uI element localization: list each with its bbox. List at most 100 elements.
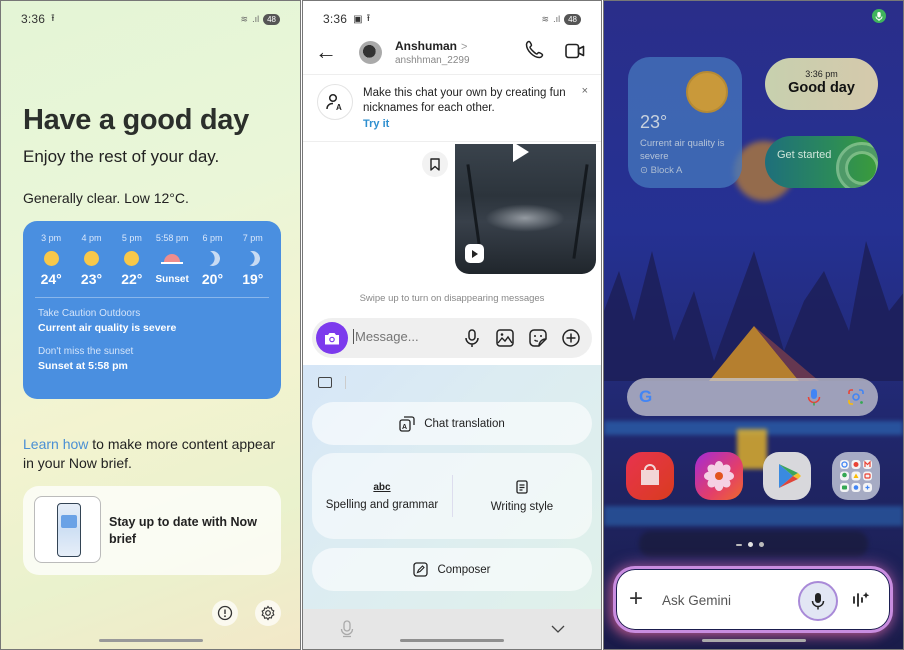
mic-in-use-indicator: [872, 9, 886, 23]
info-button[interactable]: [212, 600, 238, 626]
ask-gemini-input[interactable]: Ask Gemini: [662, 593, 731, 608]
caution-value: Current air quality is severe: [38, 322, 177, 334]
microphone-icon[interactable]: [462, 328, 482, 348]
keyboard-bottom-bar: [303, 609, 601, 649]
spelling-grammar-label: Spelling and grammar: [325, 498, 439, 511]
home-screen: 23° Current air quality is severe ⊙ Bloc…: [603, 0, 904, 650]
camera-button[interactable]: [316, 322, 348, 354]
wifi-icon: ≋: [240, 13, 249, 24]
voice-search-icon[interactable]: [807, 388, 821, 406]
location-pin-icon: ⊙: [640, 165, 651, 176]
close-banner-button[interactable]: ×: [582, 85, 588, 97]
page-indicator[interactable]: [736, 542, 764, 547]
battery-indicator: 48: [564, 13, 581, 25]
gemini-live-icon[interactable]: [851, 590, 871, 610]
app-gallery[interactable]: [695, 452, 743, 500]
chat-header: ← Anshuman > anshhman_2299: [303, 31, 601, 75]
health-widget[interactable]: Get started: [765, 136, 878, 188]
back-button[interactable]: ←: [315, 39, 337, 65]
composer-button[interactable]: Composer: [312, 548, 592, 591]
google-logo: G: [639, 387, 653, 406]
gallery-notification-icon: ▣: [353, 13, 363, 25]
contact-name: Anshuman: [395, 39, 458, 53]
gemini-voice-button[interactable]: [798, 581, 838, 621]
save-reel-button[interactable]: [422, 151, 448, 177]
contact-avatar[interactable]: [359, 41, 382, 64]
gear-icon: [261, 605, 275, 621]
battery-indicator: 48: [263, 13, 280, 25]
gemini-prompt-bar[interactable]: + Ask Gemini: [615, 568, 891, 631]
nickname-banner: A Make this chat your own by creating fu…: [303, 76, 601, 142]
caution-label: Take Caution Outdoors: [38, 308, 141, 319]
chevron-down-icon[interactable]: [551, 625, 565, 634]
app-google-folder[interactable]: [832, 452, 880, 500]
translate-icon: A: [399, 415, 415, 432]
settings-button[interactable]: [255, 600, 281, 626]
add-icon[interactable]: [561, 328, 581, 348]
writing-style-icon: [516, 480, 528, 494]
forecast-hour: 3 pm 24°: [31, 233, 71, 289]
sun-icon: [83, 250, 99, 266]
forecast-hour: 7 pm 19°: [233, 233, 273, 289]
shopping-bag-icon: [641, 464, 659, 485]
phone-call-icon[interactable]: [525, 39, 545, 59]
weather-card[interactable]: 3 pm 24° 4 pm 23° 5 pm 22° 5:58 pm Sunset 6 pm 20…: [23, 221, 281, 399]
home-indicator[interactable]: [701, 639, 806, 642]
status-bar: 3:36 ⭱ ≋ .ıl 48: [21, 11, 280, 27]
widget-air-quality: Current air quality is severe: [640, 138, 725, 162]
shared-reel-message[interactable]: [455, 144, 596, 274]
play-icon: [513, 144, 529, 162]
nickname-icon: A: [317, 84, 353, 120]
status-time: 3:36: [21, 12, 46, 26]
page-title: Have a good day: [23, 104, 249, 136]
video-call-icon[interactable]: [565, 43, 585, 59]
status-time: 3:36: [323, 12, 348, 26]
composer-label: Composer: [437, 563, 491, 576]
now-brief-promo-card[interactable]: Stay up to date with Now brief: [23, 486, 281, 575]
clock-widget[interactable]: 3:36 pm Good day: [765, 58, 878, 110]
image-icon[interactable]: [495, 328, 515, 348]
keyboard-icon[interactable]: [318, 377, 332, 388]
forecast-time: 5:58 pm: [155, 233, 189, 243]
promo-title: Stay up to date with Now brief: [109, 515, 257, 546]
divider: [345, 376, 346, 389]
contact-name-button[interactable]: Anshuman >: [395, 39, 467, 53]
flower-icon: [704, 461, 734, 491]
widget-temperature: 23°: [640, 112, 668, 132]
heart-rings-icon: [836, 142, 878, 188]
forecast-hour: 5:58 pm Sunset: [152, 233, 192, 289]
google-lens-icon[interactable]: [847, 388, 865, 406]
weather-widget[interactable]: 23° Current air quality is severe ⊙ Bloc…: [628, 57, 742, 188]
upload-icon: ⭱: [366, 12, 371, 24]
forecast-hour: 5 pm 22°: [112, 233, 152, 289]
add-attachment-button[interactable]: +: [629, 585, 643, 613]
page-subtitle: Enjoy the rest of your day.: [23, 147, 220, 166]
forecast-temp: 19°: [242, 271, 264, 287]
phone-illustration: [57, 503, 81, 557]
app-galaxy-store[interactable]: [626, 452, 674, 500]
chat-translation-label: Chat translation: [424, 417, 505, 430]
chat-translation-button[interactable]: A Chat translation: [312, 402, 592, 445]
chevron-right-icon: >: [461, 41, 468, 53]
sunset-value: Sunset at 5:58 pm: [38, 360, 128, 372]
voice-input-icon[interactable]: [340, 620, 354, 638]
spelling-grammar-button[interactable]: abc Spelling and grammar: [312, 453, 452, 539]
home-indicator[interactable]: [98, 639, 203, 642]
message-input[interactable]: [353, 329, 453, 344]
writing-assist-group: abc Spelling and grammar Writing style: [312, 453, 592, 539]
try-it-link[interactable]: Try it: [363, 118, 389, 130]
promo-thumbnail: [34, 496, 101, 563]
writing-style-button[interactable]: Writing style: [452, 453, 592, 539]
wallpaper-trees: [604, 241, 903, 381]
learn-how-link[interactable]: Learn how: [23, 436, 88, 452]
message-composer: [312, 318, 592, 358]
writing-style-label: Writing style: [490, 501, 554, 513]
now-brief-screen: 3:36 ⭱ ≋ .ıl 48 Have a good day Enjoy th…: [0, 0, 301, 650]
sticker-icon[interactable]: [528, 328, 548, 348]
hourly-forecast: 3 pm 24° 4 pm 23° 5 pm 22° 5:58 pm Sunset 6 pm 20…: [23, 221, 281, 289]
pencil-icon: [413, 562, 429, 577]
home-indicator[interactable]: [400, 639, 504, 642]
disappearing-messages-hint: Swipe up to turn on disappearing message…: [359, 293, 545, 304]
app-play-store[interactable]: [763, 452, 811, 500]
google-search-bar[interactable]: G: [627, 378, 878, 416]
